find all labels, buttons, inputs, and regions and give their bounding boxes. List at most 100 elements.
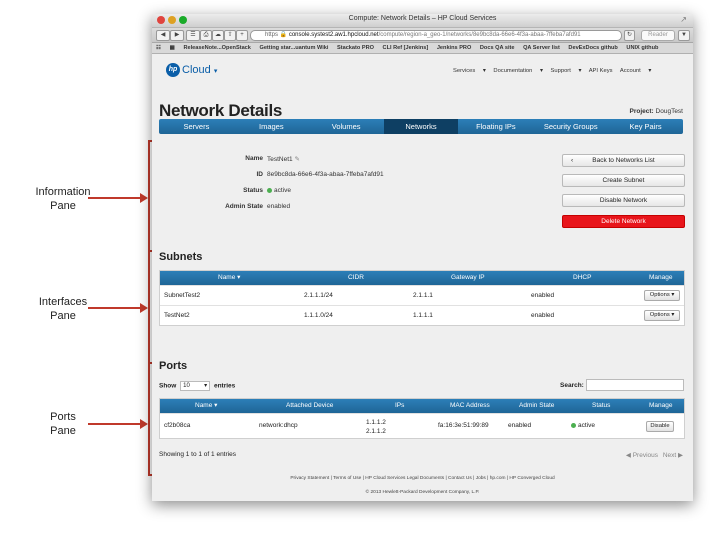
column-label: Name [218,274,236,281]
reading-list-icon[interactable]: ☷ [156,45,161,51]
subnet-dhcp: enabled [531,292,555,299]
id-value: 8e9bc8da-66e6-4f3a-abaa-7ffeba7afd91 [267,171,384,178]
subnets-table-header: Name ▾ CIDR Gateway IP DHCP Manage [160,271,684,285]
logo-label: Cloud [182,64,211,76]
annotation-line-2: Pane [50,310,76,322]
entries-value: 10 [183,383,190,389]
nav-account[interactable]: Account ▾ [620,68,651,74]
annotation-line-2: Pane [50,425,76,437]
add-bookmark-icon[interactable]: + [236,30,248,41]
column-name[interactable]: Name ▾ [218,271,240,285]
share-icon[interactable]: ⇧ [224,30,236,41]
nav-api-keys[interactable]: API Keys [589,68,613,74]
back-button[interactable]: ◀ [156,30,170,41]
print-icon[interactable]: ⎙ [200,30,212,41]
column-admin-state: Admin State [519,402,555,409]
delete-network-button[interactable]: Delete Network [562,215,685,228]
annotation-line-2: Pane [50,200,76,212]
tab-floating-ips[interactable]: Floating IPs [458,119,533,134]
previous-button[interactable]: ◀ Previous [626,452,658,459]
bookmark-item[interactable]: QA Server list [523,45,560,51]
bookmark-item[interactable]: DevExDocs github [568,45,617,51]
logo-text[interactable]: Cloud ▾ [182,64,217,76]
title-bar: Compute: Network Details – HP Cloud Serv… [152,14,693,28]
nav-label: Account [619,68,641,74]
subnets-table: Name ▾ CIDR Gateway IP DHCP Manage Subne… [159,270,685,326]
status-dot-icon [267,187,272,193]
lock-icon: 🔒 [279,32,288,38]
nav-support[interactable]: Support ▾ [551,68,582,74]
disable-network-button[interactable]: Disable Network [562,194,685,207]
options-label: Options [649,312,670,318]
options-button[interactable]: Options ▾ [644,310,680,321]
footer-link[interactable]: Contact Us [448,476,472,481]
back-to-networks-button[interactable]: ‹ Back to Networks List [562,154,685,167]
pencil-icon[interactable]: ✎ [294,156,299,163]
column-manage: Manage [649,402,673,409]
subnet-cidr: 2.1.1.1/24 [304,292,333,299]
table-row: TestNet2 1.1.1.0/24 1.1.1.1 enabled Opti… [160,305,684,325]
nav-documentation[interactable]: Documentation ▾ [493,68,543,74]
port-admin-state: enabled [508,422,532,429]
bookmark-item[interactable]: Docs QA site [480,45,515,51]
create-subnet-button[interactable]: Create Subnet [562,174,685,187]
downloads-icon[interactable]: ▼ [678,30,690,41]
tab-key-pairs[interactable]: Key Pairs [608,119,683,134]
bookmark-item[interactable]: UNIX github [626,45,658,51]
status-label: Status [243,187,263,194]
previous-label: Previous [632,452,658,459]
footer-link[interactable]: Privacy Statement [290,476,329,481]
hp-logo[interactable]: hp [166,63,180,77]
cloud-icon[interactable]: ☁ [212,30,224,41]
footer-links: Privacy Statement | Terms of Use | HP Cl… [290,476,555,481]
fullscreen-icon[interactable]: ↗ [680,15,687,24]
admin-state-label: Admin State [225,203,263,210]
bookmarks-bar: ☷ ▦ ReleaseNote...OpenStack Getting star… [152,43,693,54]
information-pane-arrow [88,197,140,199]
bookmarks-icon[interactable]: ☰ [186,30,200,41]
footer-link[interactable]: HP Cloud Services Legal Documents [365,476,444,481]
top-sites-icon[interactable]: ▦ [170,45,175,51]
options-label: Options [649,292,670,298]
nav-services[interactable]: Services ▾ [453,68,486,74]
footer-link[interactable]: Terms of Use [333,476,361,481]
footer-link[interactable]: HP Converged Cloud [509,476,554,481]
bookmark-item[interactable]: Stackato PRO [337,45,374,51]
chevron-down-icon: ▾ [213,68,218,75]
tab-bar: Servers Images Volumes Networks Floating… [159,119,683,134]
reload-icon[interactable]: ↻ [624,30,635,41]
bookmark-item[interactable]: Getting star...uantum Wiki [259,45,328,51]
tab-volumes[interactable]: Volumes [309,119,384,134]
tab-security-groups[interactable]: Security Groups [533,119,608,134]
options-button[interactable]: Options ▾ [644,290,680,301]
disable-port-button[interactable]: Disable [646,421,674,432]
bookmark-item[interactable]: ReleaseNote...OpenStack [183,45,250,51]
reader-button[interactable]: Reader [641,30,675,41]
column-name[interactable]: Name ▾ [195,399,217,413]
nav-label: Documentation [493,68,533,74]
entries-summary: Showing 1 to 1 of 1 entries [159,451,236,458]
nav-label: Services [453,68,476,74]
tab-images[interactable]: Images [234,119,309,134]
show-label: Show [159,382,177,390]
admin-state-value: enabled [267,203,291,210]
footer-link[interactable]: Jobs [476,476,486,481]
subnet-name: TestNet2 [164,312,190,319]
url-path: /compute/region-a_geo-1/networks/8e9bc8d… [378,32,581,38]
entries-select[interactable]: 10 ▾ [180,381,211,391]
ports-table-header: Name ▾ Attached Device IPs MAC Address A… [160,399,684,413]
port-mac: fa:16:3e:51:99:89 [438,422,489,429]
column-ips: IPs [395,402,405,409]
bookmark-item[interactable]: CLI Ref [Jenkins] [383,45,429,51]
search-input[interactable] [586,379,684,391]
footer-link[interactable]: hp.com [490,476,506,481]
next-button[interactable]: Next ▶ [663,452,683,459]
tab-networks[interactable]: Networks [383,119,459,134]
chevron-right-icon: ▶ [678,452,683,459]
port-ip: 1.1.1.2 [366,419,386,426]
port-status: active [571,414,595,438]
tab-servers[interactable]: Servers [159,119,234,134]
forward-button[interactable]: ▶ [170,30,184,41]
address-bar[interactable]: https 🔒 console.systest2.aw1.hpcloud.net… [250,30,622,41]
bookmark-item[interactable]: Jenkins PRO [437,45,472,51]
